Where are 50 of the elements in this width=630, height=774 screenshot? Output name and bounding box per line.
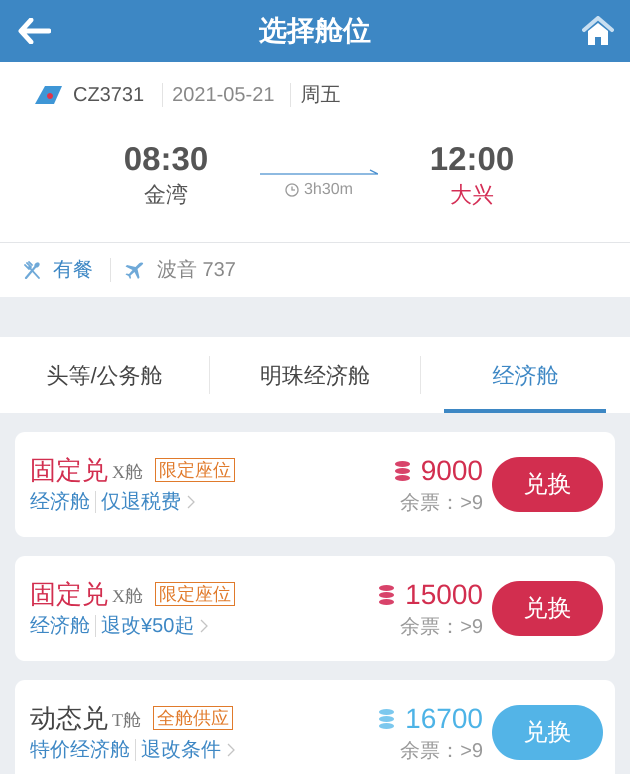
fare-name: 动态兑 (30, 702, 108, 734)
remaining-seats: 余票：>9 (400, 614, 483, 640)
chevron-right-icon (187, 495, 195, 509)
page-title: 选择舱位 (258, 14, 372, 48)
remaining-seats: 余票：>9 (400, 490, 483, 516)
departure-time: 08:30 (124, 141, 208, 177)
price: 9000 (420, 454, 483, 488)
coins-icon (379, 708, 394, 728)
fare-class: 经济舱 (30, 614, 90, 639)
remaining-seats: 余票：>9 (400, 738, 483, 764)
refund-rule-link[interactable]: 仅退税费 (101, 489, 195, 515)
flight-duration: 3h30m (304, 180, 353, 200)
weekday: 周五 (300, 83, 340, 108)
clock-icon (285, 183, 300, 197)
fare-name: 固定兑 (30, 578, 108, 610)
fare-class: 经济舱 (30, 490, 90, 515)
price: 15000 (405, 578, 483, 612)
cabin-code: X舱 (112, 584, 143, 608)
refund-rule-link[interactable]: 退改条件 (141, 737, 235, 763)
home-icon (582, 16, 614, 46)
price: 16700 (405, 702, 483, 736)
departure-airport: 金湾 (144, 181, 188, 209)
chevron-right-icon (227, 743, 235, 757)
redeem-button[interactable]: 兑换 (492, 457, 603, 512)
refund-rule-link[interactable]: 退改¥50起 (101, 613, 208, 639)
fare-class: 特价经济舱 (30, 738, 130, 763)
coins-icon (394, 460, 410, 480)
flight-date: 2021-05-21 (172, 83, 274, 108)
plane-icon (124, 262, 144, 278)
fare-tag: 限定座位 (155, 458, 235, 482)
cabin-tab[interactable]: 头等/公务舱 (0, 337, 210, 413)
arrival-time: 12:00 (430, 141, 514, 177)
fare-tag: 限定座位 (155, 582, 235, 606)
fare-name: 固定兑 (30, 454, 108, 486)
cabin-tab[interactable]: 明珠经济舱 (210, 337, 420, 413)
cabin-code: T舱 (112, 708, 141, 732)
fare-tag: 全舱供应 (153, 706, 233, 730)
chevron-right-icon (200, 619, 208, 633)
redeem-button[interactable]: 兑换 (492, 581, 603, 636)
arrival-airport: 大兴 (450, 181, 494, 209)
redeem-button[interactable]: 兑换 (492, 705, 603, 760)
aircraft-type: 波音 737 (157, 258, 236, 283)
flight-number: CZ3731 (73, 83, 144, 108)
coins-icon (379, 584, 394, 604)
back-arrow-icon (18, 18, 51, 44)
airline-tail-logo-icon (35, 86, 62, 104)
meal-info: 有餐 (53, 258, 93, 283)
fork-spoon-icon (24, 261, 41, 279)
cabin-code: X舱 (112, 460, 143, 484)
cabin-tab[interactable]: 经济舱 (420, 337, 630, 413)
